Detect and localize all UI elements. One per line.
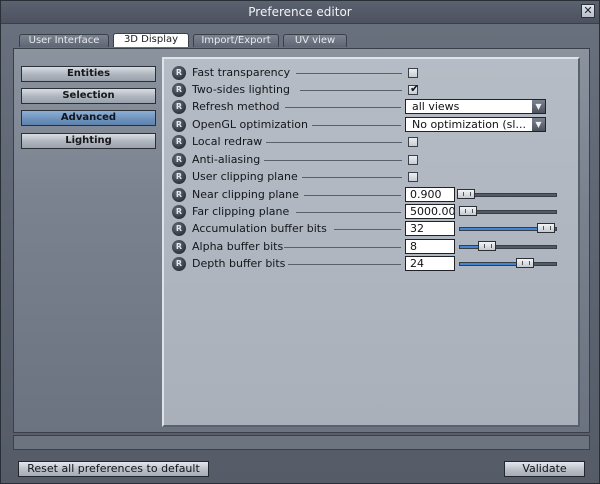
accumulation-buffer-bits-slider[interactable] <box>459 223 557 233</box>
close-icon[interactable]: ✕ <box>581 4 595 18</box>
setting-label: Near clipping plane <box>192 188 299 201</box>
user-clipping-plane-checkbox[interactable] <box>408 172 418 182</box>
reset-icon[interactable]: R <box>172 153 186 167</box>
setting-row-anti-aliasing: R Anti-aliasing <box>172 152 557 168</box>
setting-label: Anti-aliasing <box>192 153 261 166</box>
far-clipping-plane-input[interactable]: 5000.00 <box>405 204 455 219</box>
sidebar-item-lighting[interactable]: Lighting <box>21 133 156 149</box>
opengl-optimization-dropdown[interactable]: No optimization (sl... ▼ <box>405 117 546 132</box>
sidebar-item-selection[interactable]: Selection <box>21 88 156 104</box>
setting-label: Far clipping plane <box>192 205 290 218</box>
leader-line <box>284 247 401 248</box>
fast-transparency-checkbox[interactable] <box>408 68 418 78</box>
sidebar-item-advanced[interactable]: Advanced <box>21 110 156 126</box>
setting-row-local-redraw: R Local redraw <box>172 134 557 150</box>
setting-label: User clipping plane <box>192 170 298 183</box>
setting-row-alpha-buffer-bits: R Alpha buffer bits 8 <box>172 239 557 255</box>
setting-row-accumulation-buffer-bits: R Accumulation buffer bits 32 <box>172 221 557 237</box>
sidebar-item-entities[interactable]: Entities <box>21 66 156 82</box>
leader-line <box>334 229 401 230</box>
tab-uv-view[interactable]: UV view <box>283 34 347 47</box>
far-clipping-plane-slider[interactable] <box>458 206 557 216</box>
reset-icon[interactable]: R <box>172 205 186 219</box>
leader-line <box>296 212 401 213</box>
local-redraw-checkbox[interactable] <box>408 137 418 147</box>
chevron-down-icon[interactable]: ▼ <box>532 100 545 113</box>
reset-icon[interactable]: R <box>172 100 186 114</box>
slider-thumb[interactable] <box>537 223 556 233</box>
reset-icon[interactable]: R <box>172 222 186 236</box>
setting-row-two-sides-lighting: R Two-sides lighting ✔ <box>172 82 557 98</box>
leader-line <box>288 264 401 265</box>
slider-thumb[interactable] <box>456 189 475 199</box>
reset-icon[interactable]: R <box>172 66 186 80</box>
reset-icon[interactable]: R <box>172 170 186 184</box>
window-title: Preference editor <box>248 5 352 19</box>
status-strip <box>13 435 590 450</box>
tab-import-export[interactable]: Import/Export <box>193 34 279 47</box>
reset-icon[interactable]: R <box>172 83 186 97</box>
setting-label: Accumulation buffer bits <box>192 222 327 235</box>
setting-row-user-clipping-plane: R User clipping plane <box>172 169 557 185</box>
slider-thumb[interactable] <box>477 241 496 251</box>
leader-line <box>296 73 402 74</box>
dropdown-value: all views <box>412 100 460 113</box>
setting-label: Fast transparency <box>192 66 291 79</box>
slider-thumb[interactable] <box>458 206 477 216</box>
setting-row-refresh-method: R Refresh method all views ▼ <box>172 99 557 115</box>
tab-3d-display[interactable]: 3D Display <box>113 33 189 47</box>
leader-line <box>264 160 402 161</box>
setting-label: OpenGL optimization <box>192 118 308 131</box>
leader-line <box>302 177 402 178</box>
anti-aliasing-checkbox[interactable] <box>408 155 418 165</box>
dropdown-value: No optimization (sl... <box>412 118 526 131</box>
setting-row-fast-transparency: R Fast transparency <box>172 65 557 81</box>
setting-row-opengl-optimization: R OpenGL optimization No optimization (s… <box>172 117 557 133</box>
setting-row-depth-buffer-bits: R Depth buffer bits 24 <box>172 256 557 272</box>
reset-icon[interactable]: R <box>172 240 186 254</box>
setting-label: Depth buffer bits <box>192 257 286 270</box>
depth-buffer-bits-input[interactable]: 24 <box>405 256 455 271</box>
accumulation-buffer-bits-input[interactable]: 32 <box>405 221 455 236</box>
two-sides-lighting-checkbox[interactable]: ✔ <box>408 82 420 95</box>
near-clipping-plane-input[interactable]: 0.900 <box>405 187 455 202</box>
setting-label: Local redraw <box>192 135 263 148</box>
setting-label: Alpha buffer bits <box>192 240 284 253</box>
alpha-buffer-bits-input[interactable]: 8 <box>405 239 455 254</box>
title-bar[interactable]: Preference editor ✕ <box>1 1 599 24</box>
preference-editor-window: Preference editor ✕ User Interface 3D Di… <box>0 0 600 484</box>
reset-icon[interactable]: R <box>172 257 186 271</box>
reset-all-preferences-button[interactable]: Reset all preferences to default <box>18 461 209 477</box>
leader-line <box>312 125 401 126</box>
alpha-buffer-bits-slider[interactable] <box>459 241 557 251</box>
setting-row-near-clipping-plane: R Near clipping plane 0.900 <box>172 187 557 203</box>
reset-icon[interactable]: R <box>172 118 186 132</box>
refresh-method-dropdown[interactable]: all views ▼ <box>405 99 546 114</box>
validate-button[interactable]: Validate <box>504 461 585 477</box>
leader-line <box>300 90 402 91</box>
tab-user-interface[interactable]: User Interface <box>19 34 109 47</box>
depth-buffer-bits-slider[interactable] <box>459 258 557 268</box>
chevron-down-icon[interactable]: ▼ <box>532 118 545 131</box>
slider-fill <box>460 228 547 230</box>
slider-thumb[interactable] <box>516 258 535 268</box>
reset-icon[interactable]: R <box>172 135 186 149</box>
setting-row-far-clipping-plane: R Far clipping plane 5000.00 <box>172 204 557 220</box>
reset-icon[interactable]: R <box>172 188 186 202</box>
leader-line <box>285 107 401 108</box>
setting-label: Two-sides lighting <box>192 83 290 96</box>
setting-label: Refresh method <box>192 100 280 113</box>
near-clipping-plane-slider[interactable] <box>456 189 557 199</box>
checkmark-icon: ✔ <box>410 82 420 95</box>
leader-line <box>266 142 402 143</box>
leader-line <box>304 195 401 196</box>
